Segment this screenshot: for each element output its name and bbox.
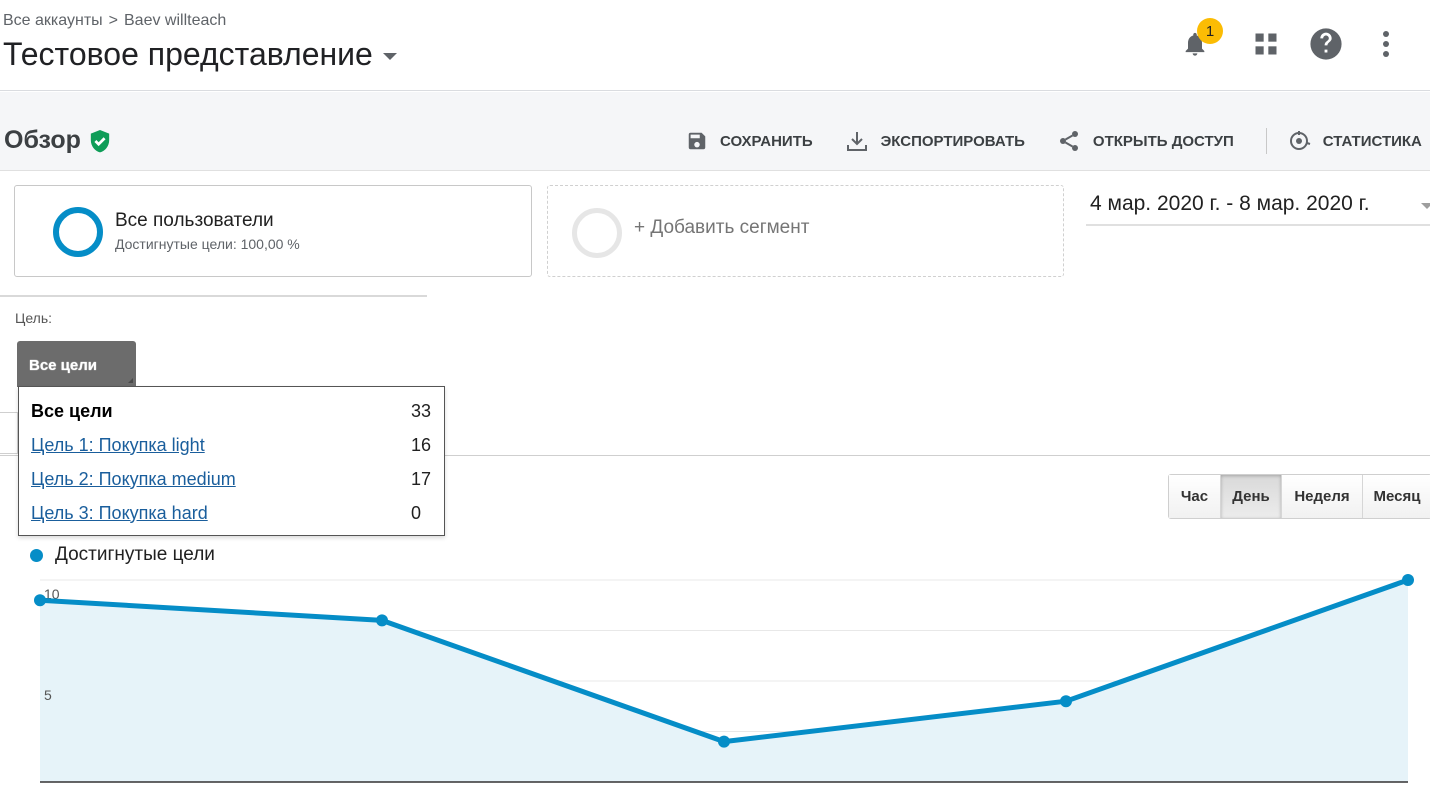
goal-option-1[interactable]: Цель 1: Покупка light 16	[31, 431, 431, 459]
breadcrumb-account[interactable]: Baev willteach	[124, 12, 226, 30]
period-week-button[interactable]: Неделя	[1282, 475, 1363, 518]
goal-option-link[interactable]: Цель 1: Покупка light	[31, 435, 205, 456]
divider	[0, 295, 427, 297]
segment-name: Все пользователи	[115, 210, 274, 231]
report-title: Обзор	[4, 126, 111, 155]
shield-check-icon	[90, 129, 110, 152]
export-label: ЭКСПОРТИРОВАТЬ	[880, 132, 1025, 150]
period-month-button[interactable]: Месяц	[1363, 475, 1430, 518]
breadcrumb: Все аккаунты > Baev willteach	[3, 12, 226, 30]
view-title: Тестовое представление	[3, 36, 373, 72]
help-icon	[1310, 28, 1342, 60]
goal-option-count: 33	[411, 400, 432, 421]
insights-icon	[1289, 131, 1311, 150]
notification-badge: 1	[1197, 18, 1223, 44]
add-segment-button[interactable]: + Добавить сегмент	[547, 185, 1064, 277]
share-button[interactable]: ОТКРЫТЬ ДОСТУП	[1057, 129, 1234, 153]
apps-button[interactable]	[1244, 22, 1288, 66]
goal-option-link[interactable]: Цель 2: Покупка medium	[31, 469, 236, 490]
notifications-button[interactable]: 1	[1173, 18, 1223, 66]
y-tick-label: 5	[44, 687, 52, 703]
period-toggle-group: Час День Неделя Месяц	[1168, 474, 1430, 519]
more-menu-button[interactable]	[1364, 22, 1408, 66]
insights-label: СТАТИСТИКА	[1322, 132, 1422, 150]
goal-option-count: 16	[411, 434, 432, 455]
date-caret-down-icon	[1421, 203, 1430, 209]
goal-selector-tab[interactable]: Все цели	[17, 341, 136, 387]
goal-option-3[interactable]: Цель 3: Покупка hard 0	[31, 499, 431, 527]
date-range-picker[interactable]: 4 мар. 2020 г. - 8 мар. 2020 г.	[1086, 190, 1430, 226]
help-button[interactable]	[1304, 22, 1348, 66]
add-segment-label: + Добавить сегмент	[634, 217, 810, 238]
chart-legend: Достигнутые цели	[30, 544, 215, 566]
segment-subtitle: Достигнутые цели: 100,00 %	[115, 236, 300, 252]
share-icon	[1059, 131, 1078, 151]
overview-title: Обзор	[4, 126, 81, 154]
app-header: Все аккаунты > Baev willteach Тестовое п…	[0, 0, 1430, 91]
data-point[interactable]	[34, 594, 46, 607]
empty-segment-ring-icon	[572, 208, 622, 258]
breadcrumb-separator: >	[108, 12, 118, 29]
goal-dropdown: Все цели 33 Цель 1: Покупка light 16 Цел…	[18, 386, 445, 536]
breadcrumb-all-accounts[interactable]: Все аккаунты	[3, 12, 103, 30]
segment-ring-icon	[53, 207, 103, 257]
goal-option-2[interactable]: Цель 2: Покупка medium 17	[31, 465, 431, 493]
caret-down-icon	[382, 53, 397, 60]
goal-label: Цель:	[15, 310, 53, 326]
save-label: СОХРАНИТЬ	[720, 132, 813, 150]
download-icon	[846, 132, 867, 151]
goal-option-all[interactable]: Все цели 33	[31, 397, 431, 425]
goal-option-name: Все цели	[31, 400, 113, 421]
data-point[interactable]	[718, 735, 730, 748]
data-point[interactable]	[376, 614, 388, 627]
period-day-button[interactable]: День	[1221, 475, 1282, 518]
legend-label: Достигнутые цели	[55, 544, 215, 565]
share-label: ОТКРЫТЬ ДОСТУП	[1092, 132, 1234, 150]
view-selector[interactable]: Тестовое представление	[3, 36, 397, 73]
segment-all-users[interactable]: Все пользователи Достигнутые цели: 100,0…	[14, 185, 532, 277]
insights-button[interactable]: СТАТИСТИКА	[1287, 129, 1422, 153]
hidden-tab	[0, 412, 18, 454]
save-button[interactable]: СОХРАНИТЬ	[686, 130, 813, 152]
data-point[interactable]	[1402, 574, 1414, 586]
legend-dot	[30, 548, 43, 562]
data-point[interactable]	[1060, 695, 1072, 708]
goal-option-count: 17	[411, 468, 432, 489]
save-icon	[688, 132, 706, 150]
goal-option-link[interactable]: Цель 3: Покупка hard	[31, 503, 208, 524]
report-actions: СОХРАНИТЬ ЭКСПОРТИРОВАТЬ ОТКРЫТЬ ДОСТУП …	[686, 126, 1430, 156]
apps-icon	[1255, 33, 1277, 55]
export-button[interactable]: ЭКСПОРТИРОВАТЬ	[845, 129, 1025, 153]
goal-option-count: 0	[411, 502, 422, 523]
more-vert-icon	[1383, 31, 1389, 57]
goals-line-chart: 105	[34, 574, 1414, 783]
period-hour-button[interactable]: Час	[1169, 475, 1221, 518]
toolbar-divider	[1265, 128, 1267, 154]
